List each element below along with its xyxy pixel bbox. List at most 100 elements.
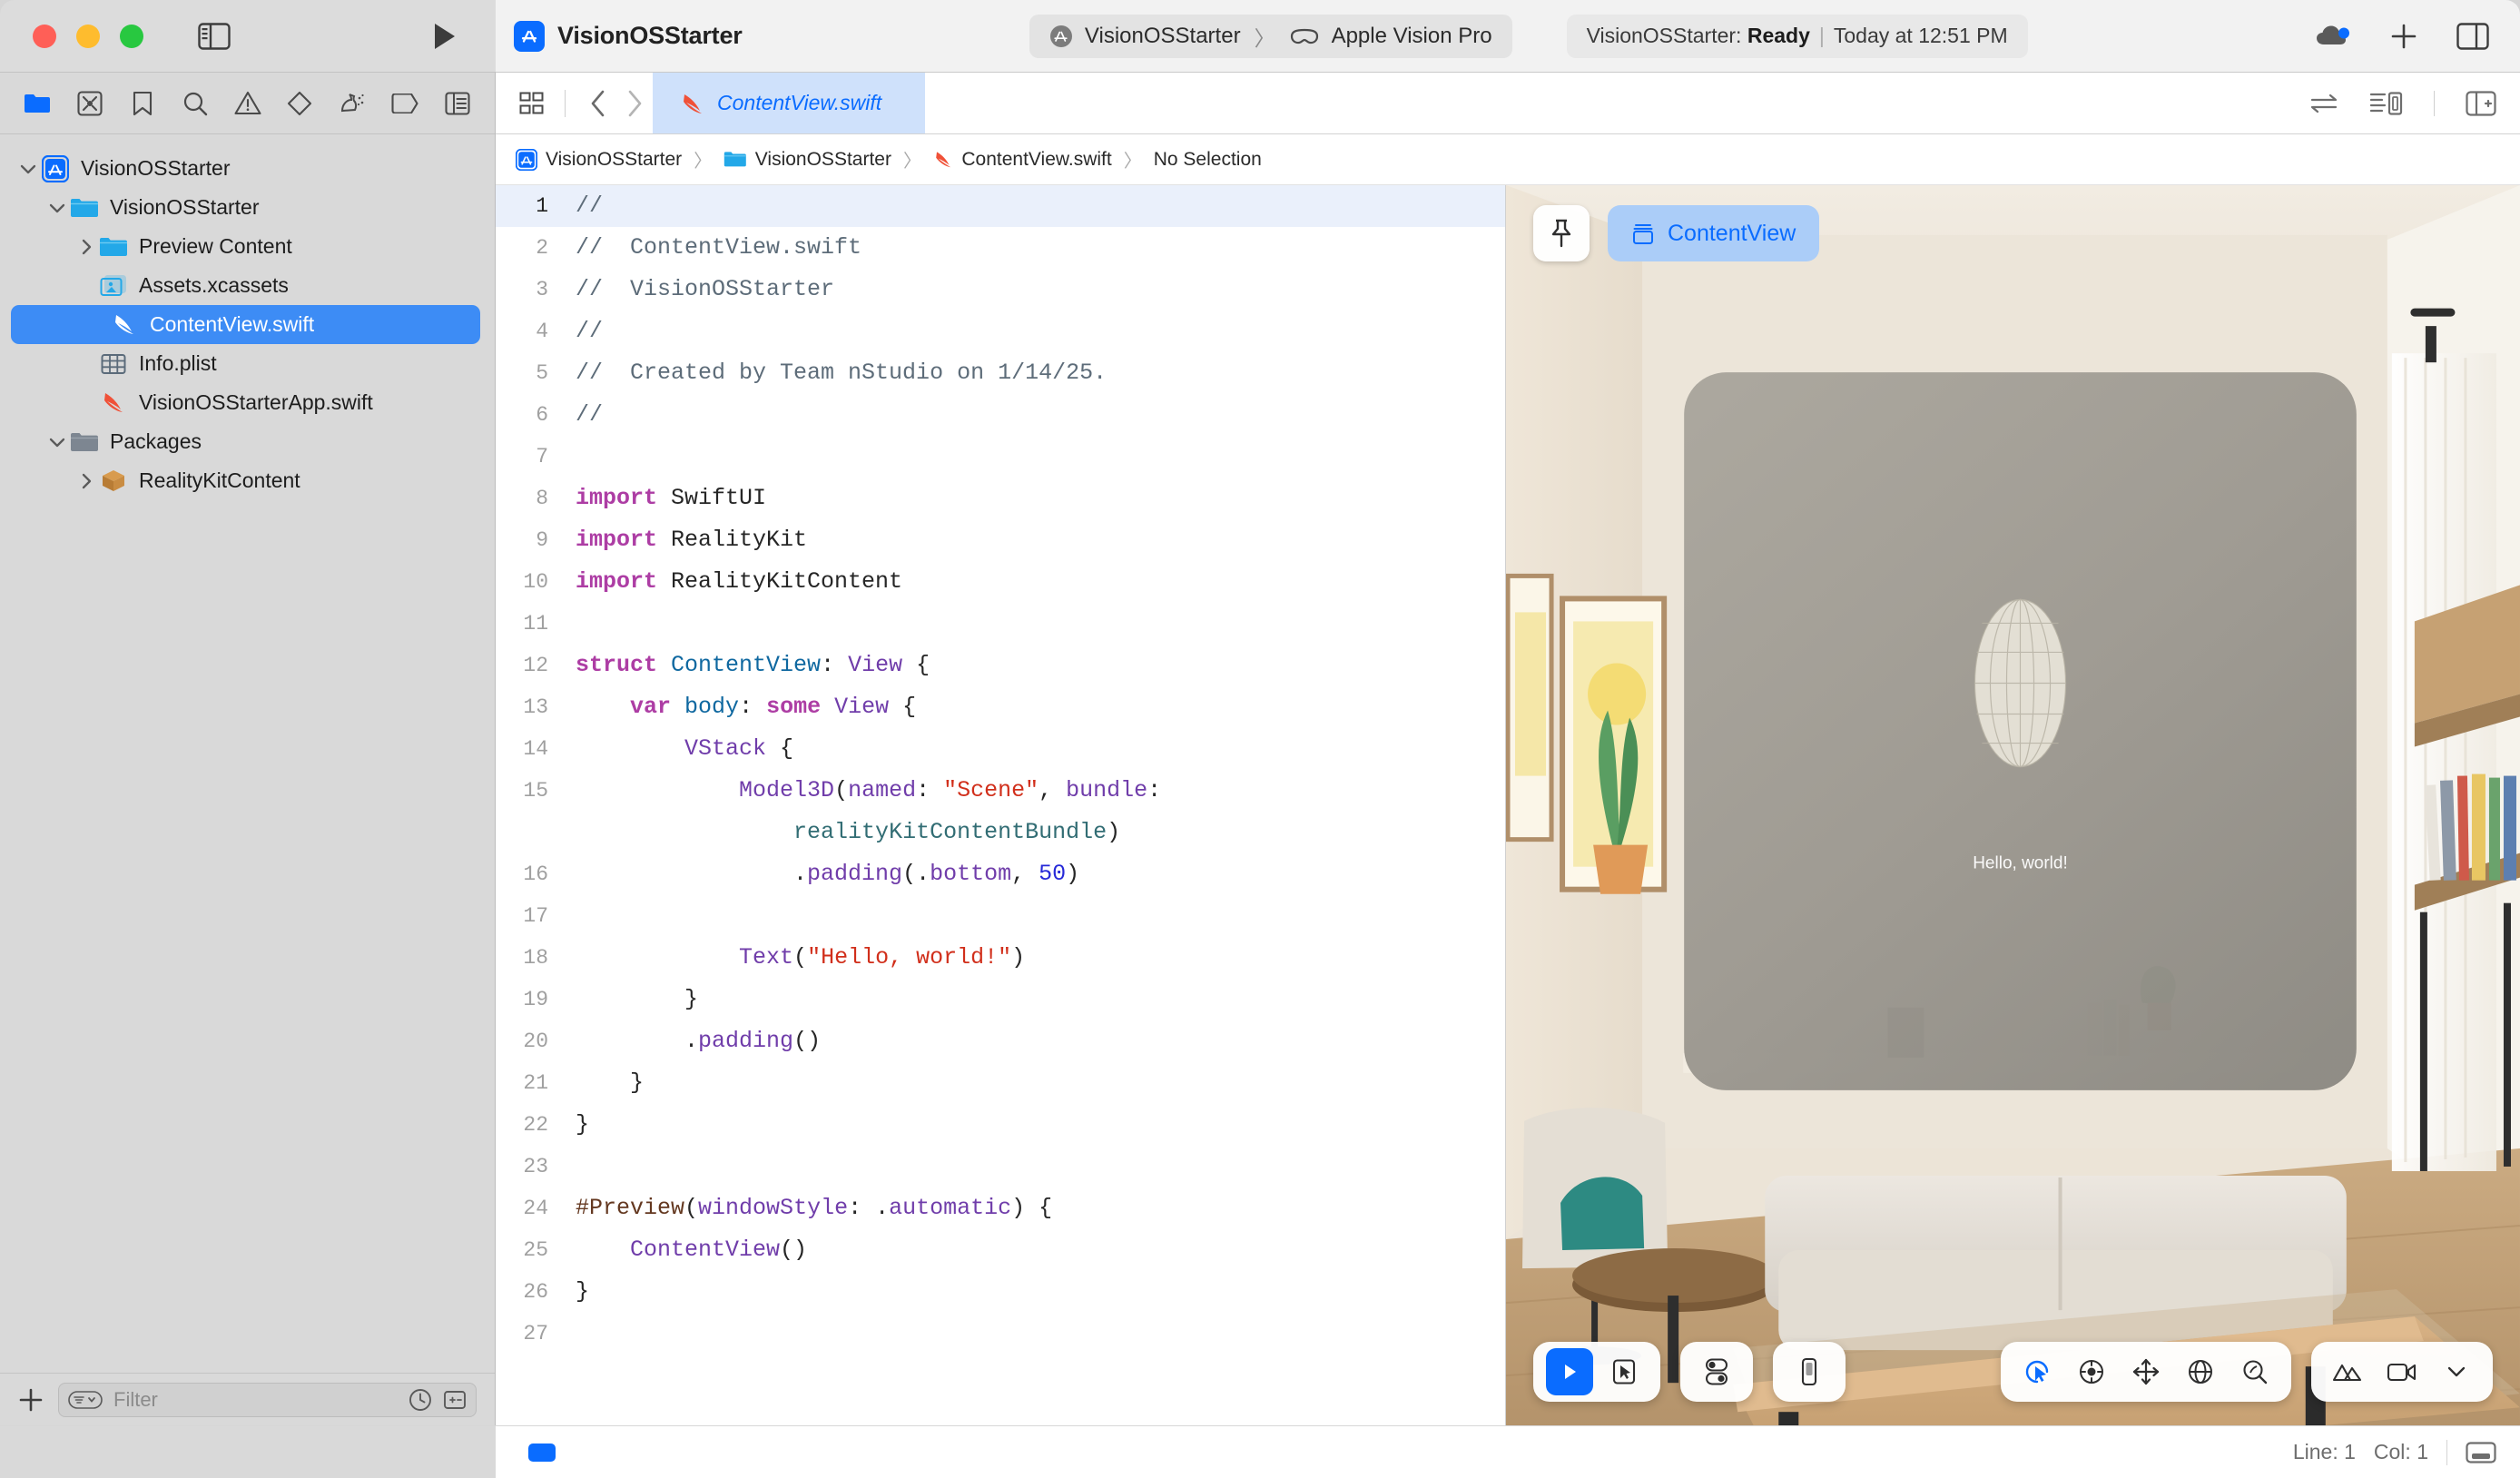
tree-item-contentview-swift[interactable]: ContentView.swift <box>11 305 480 344</box>
tree-item-visionosstarter[interactable]: VisionOSStarter <box>0 149 495 188</box>
preview-name-chip[interactable]: ContentView <box>1608 205 1820 261</box>
pin-icon[interactable] <box>1533 205 1590 261</box>
filter-field[interactable]: Filter <box>58 1382 477 1417</box>
code-line[interactable]: 2 // ContentView.swift <box>496 227 1505 269</box>
camera-video-icon[interactable] <box>2378 1348 2426 1395</box>
code-line[interactable]: 13 var body: some View { <box>496 686 1505 728</box>
code-line[interactable]: 20 .padding() <box>496 1020 1505 1062</box>
twisty-down-icon[interactable] <box>45 202 69 213</box>
source-control-icon[interactable] <box>73 86 107 121</box>
sidebar-toggle-icon[interactable] <box>198 22 231 50</box>
scheme-selector[interactable]: VisionOSStarter 〉 Apple Vision Pro <box>1029 14 1512 58</box>
code-line[interactable]: 25 ContentView() <box>496 1229 1505 1271</box>
code-line[interactable]: 27 <box>496 1313 1505 1355</box>
breadcrumb-item-no-selection[interactable]: No Selection <box>1154 149 1262 171</box>
code-line[interactable]: 5 // Created by Team nStudio on 1/14/25. <box>496 352 1505 394</box>
swap-arrows-icon[interactable] <box>2308 92 2339 115</box>
add-editor-icon[interactable] <box>2466 90 2496 116</box>
tree-item-preview-content[interactable]: Preview Content <box>0 227 495 266</box>
run-play-icon[interactable] <box>432 22 458 51</box>
inspector-toggle-icon[interactable] <box>2456 22 2489 50</box>
breadcrumb-item-visionosstarter[interactable]: VisionOSStarter <box>724 149 891 171</box>
code-line[interactable]: 6 // <box>496 394 1505 436</box>
code-line[interactable]: 21 } <box>496 1062 1505 1104</box>
code-line[interactable]: 7 <box>496 436 1505 478</box>
code-line[interactable]: 19 } <box>496 979 1505 1020</box>
environment-mountains-icon[interactable] <box>2324 1348 2371 1395</box>
twisty-right-icon[interactable] <box>74 473 98 489</box>
console-toggle-icon[interactable] <box>528 1443 556 1462</box>
cloud-status-icon[interactable] <box>2315 23 2351 50</box>
code-line[interactable]: 16 .padding(.bottom, 50) <box>496 853 1505 895</box>
code-editor[interactable]: 1 // 2 // ContentView.swift 3 // VisionOSStar… <box>496 185 1505 1425</box>
breadcrumb-item-contentview-swift[interactable]: ContentView.swift <box>933 149 1112 171</box>
code-line[interactable]: 14 VStack { <box>496 728 1505 770</box>
add-file-button[interactable] <box>18 1387 44 1413</box>
orbit-pointer-icon[interactable] <box>2013 1348 2061 1395</box>
zoom-button[interactable] <box>120 24 143 48</box>
code-line[interactable]: 12 struct ContentView: View { <box>496 645 1505 686</box>
code-line[interactable]: 1 // <box>496 185 1505 227</box>
twisty-right-icon[interactable] <box>74 239 98 255</box>
code-line[interactable]: 22} <box>496 1104 1505 1146</box>
code-line[interactable]: 9 import RealityKit <box>496 519 1505 561</box>
test-diamond-icon[interactable] <box>282 86 317 121</box>
code-line[interactable]: 23 <box>496 1146 1505 1187</box>
add-icon[interactable] <box>2389 22 2418 51</box>
breadcrumb-separator: 〉 <box>694 152 713 172</box>
code-line[interactable]: 11 <box>496 603 1505 645</box>
preview-hello-world-text: Hello, world! <box>1973 854 2068 873</box>
folder-blue-icon <box>724 150 747 169</box>
status-time: Today at 12:51 PM <box>1833 24 2008 47</box>
orbit-icon[interactable] <box>2068 1348 2115 1395</box>
grid-icon[interactable] <box>514 92 550 115</box>
breadcrumb-item-visionosstarter[interactable]: VisionOSStarter <box>516 148 682 171</box>
forward-chevron-icon[interactable] <box>616 90 653 117</box>
report-icon[interactable] <box>440 86 475 121</box>
breakpoint-icon[interactable] <box>388 86 422 121</box>
traffic-lights <box>33 24 143 48</box>
code-line[interactable]: 8 import SwiftUI <box>496 478 1505 519</box>
build-status[interactable]: VisionOSStarter: Ready | Today at 12:51 … <box>1566 14 2028 58</box>
code-line[interactable]: 4 // <box>496 310 1505 352</box>
code-line[interactable]: 26} <box>496 1271 1505 1313</box>
folder-icon[interactable] <box>20 86 54 121</box>
breadcrumb-label: No Selection <box>1153 148 1262 170</box>
debug-area-toggle-icon[interactable] <box>2466 1441 2496 1464</box>
tree-item-visionosstarter[interactable]: VisionOSStarter <box>0 188 495 227</box>
preview-canvas[interactable]: Hello, world! ContentView <box>1505 185 2520 1425</box>
line-number: 23 <box>523 1155 548 1178</box>
tree-item-visionosstarterapp-swift[interactable]: VisionOSStarterApp.swift <box>0 383 495 422</box>
search-icon[interactable] <box>178 86 212 121</box>
editor-tab-contentview[interactable]: ContentView.swift <box>653 73 925 133</box>
editor-options-icon[interactable] <box>2370 91 2403 116</box>
debug-spray-icon[interactable] <box>335 86 369 121</box>
live-preview-play-icon[interactable] <box>1546 1348 1593 1395</box>
code-line[interactable]: 17 <box>496 895 1505 937</box>
chevron-down-icon[interactable] <box>2433 1348 2480 1395</box>
tree-item-packages[interactable]: Packages <box>0 422 495 461</box>
bookmark-icon[interactable] <box>125 86 160 121</box>
code-line[interactable]: 3 // VisionOSStarter <box>496 269 1505 310</box>
code-line[interactable]: 15 Model3D(named: "Scene", bundle: <box>496 770 1505 812</box>
tree-item-assets-xcassets[interactable]: Assets.xcassets <box>0 266 495 305</box>
appearance-variants-icon[interactable] <box>1693 1348 1740 1395</box>
minimize-button[interactable] <box>76 24 100 48</box>
twisty-down-icon[interactable] <box>45 437 69 448</box>
rotate-globe-icon[interactable] <box>2177 1348 2224 1395</box>
selectable-pointer-icon[interactable] <box>1600 1348 1648 1395</box>
twisty-down-icon[interactable] <box>16 163 40 174</box>
code-line[interactable]: 24 #Preview(windowStyle: .automatic) { <box>496 1187 1505 1229</box>
device-settings-icon[interactable] <box>1786 1348 1833 1395</box>
close-button[interactable] <box>33 24 56 48</box>
code-line[interactable]: realityKitContentBundle) <box>496 812 1505 853</box>
pan-move-icon[interactable] <box>2122 1348 2170 1395</box>
warning-triangle-icon[interactable] <box>231 86 265 121</box>
code-line[interactable]: 18 Text("Hello, world!") <box>496 937 1505 979</box>
tree-item-info-plist[interactable]: Info.plist <box>0 344 495 383</box>
zoom-magnifier-icon[interactable] <box>2231 1348 2279 1395</box>
code-line[interactable]: 10 import RealityKitContent <box>496 561 1505 603</box>
back-chevron-icon[interactable] <box>580 90 616 117</box>
tree-item-realitykitcontent[interactable]: RealityKitContent <box>0 461 495 500</box>
code-text: .padding() <box>576 1028 822 1054</box>
